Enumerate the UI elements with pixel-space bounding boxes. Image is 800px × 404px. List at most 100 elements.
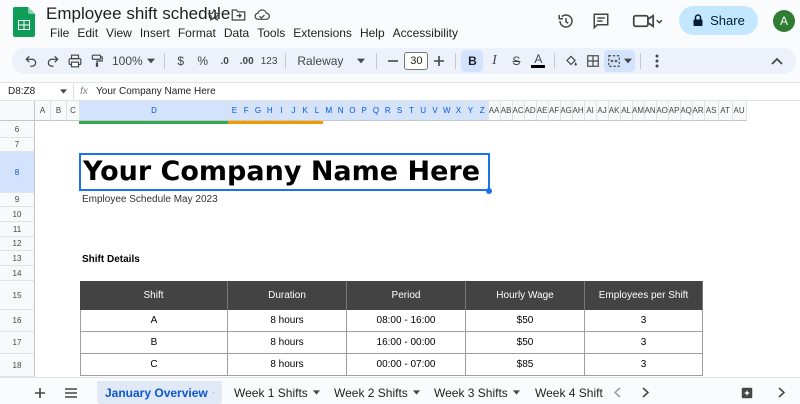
row-header-14[interactable]: 14: [0, 266, 35, 281]
bold-button[interactable]: B: [461, 50, 484, 72]
table-cell-period[interactable]: 00:00 - 07:00: [347, 354, 466, 376]
column-header-aq[interactable]: AQ: [680, 101, 693, 121]
name-box[interactable]: D8:Z8: [0, 83, 74, 100]
menu-edit[interactable]: Edit: [73, 24, 102, 42]
column-header-a[interactable]: A: [35, 101, 51, 121]
column-header-af[interactable]: AF: [548, 101, 561, 121]
column-header-m[interactable]: M: [323, 101, 336, 121]
table-cell-period[interactable]: 16:00 - 00:00: [347, 332, 466, 354]
number-format-button[interactable]: 123: [258, 50, 281, 72]
column-header-ai[interactable]: AI: [584, 101, 597, 121]
column-header-t[interactable]: T: [406, 101, 418, 121]
table-cell-duration[interactable]: 8 hours: [228, 310, 347, 332]
row-header-18[interactable]: 18: [0, 354, 35, 377]
column-header-ao[interactable]: AO: [656, 101, 669, 121]
menu-accessibility[interactable]: Accessibility: [389, 24, 462, 42]
table-cell-shift[interactable]: A: [80, 310, 228, 332]
company-name-cell[interactable]: Your Company Name Here: [79, 153, 490, 191]
table-cell-hourly-wage[interactable]: $50: [466, 310, 585, 332]
column-header-e[interactable]: E: [229, 101, 241, 121]
formula-input[interactable]: Your Company Name Here: [94, 86, 216, 97]
tab-week-2-shifts[interactable]: Week 2 Shifts: [326, 381, 428, 404]
column-header-y[interactable]: Y: [465, 101, 477, 121]
meet-icon[interactable]: [630, 10, 664, 32]
column-header-u[interactable]: U: [417, 101, 430, 121]
tab-week-4-shifts[interactable]: Week 4 Shift: [527, 381, 604, 404]
table-cell-duration[interactable]: 8 hours: [228, 332, 347, 354]
select-all-corner[interactable]: [0, 101, 35, 121]
column-header-d[interactable]: D: [80, 101, 229, 121]
column-header-ad[interactable]: AD: [525, 101, 537, 121]
row-header-6[interactable]: 6: [0, 121, 35, 138]
sheets-logo-icon[interactable]: [13, 7, 35, 37]
column-header-ae[interactable]: AE: [536, 101, 549, 121]
menu-help[interactable]: Help: [356, 24, 389, 42]
document-title[interactable]: Employee shift schedule: [46, 4, 230, 24]
column-header-v[interactable]: V: [429, 101, 442, 121]
menu-data[interactable]: Data: [220, 24, 253, 42]
column-header-al[interactable]: AL: [620, 101, 633, 121]
scroll-tabs-right-icon[interactable]: [636, 381, 655, 404]
column-header-w[interactable]: W: [441, 101, 454, 121]
borders-icon[interactable]: [582, 50, 604, 72]
column-header-ah[interactable]: AH: [573, 101, 585, 121]
column-header-ar[interactable]: AR: [693, 101, 705, 121]
row-header-15[interactable]: 15: [0, 281, 35, 310]
column-header-z[interactable]: Z: [476, 101, 489, 121]
row-header-12[interactable]: 12: [0, 237, 35, 251]
explore-icon[interactable]: [734, 381, 760, 404]
strikethrough-button[interactable]: S: [505, 50, 527, 72]
column-header-p[interactable]: P: [358, 101, 371, 121]
table-cell-shift[interactable]: C: [80, 354, 228, 376]
italic-button[interactable]: I: [483, 50, 505, 72]
column-header-aa[interactable]: AA: [488, 101, 501, 121]
menu-format[interactable]: Format: [174, 24, 220, 42]
redo-icon[interactable]: [42, 50, 64, 72]
print-icon[interactable]: [64, 50, 86, 72]
column-header-x[interactable]: X: [453, 101, 465, 121]
column-header-at[interactable]: AT: [718, 101, 733, 121]
column-header-k[interactable]: K: [299, 101, 312, 121]
row-header-8[interactable]: 8: [0, 152, 35, 193]
version-history-icon[interactable]: [555, 10, 577, 32]
column-header-o[interactable]: O: [347, 101, 359, 121]
row-header-10[interactable]: 10: [0, 207, 35, 222]
column-header-h[interactable]: H: [264, 101, 277, 121]
paint-format-icon[interactable]: [86, 50, 108, 72]
tab-january-overview[interactable]: January Overview: [97, 381, 222, 404]
menu-view[interactable]: View: [102, 24, 136, 42]
comments-icon[interactable]: [590, 10, 612, 32]
column-header-aj[interactable]: AJ: [596, 101, 609, 121]
cloud-status-icon[interactable]: [253, 6, 271, 24]
spreadsheet-grid[interactable]: A B C D E F G H I J K L M N O P Q R S T U V W X Y Z AA AB AC AD AE AF AG…: [0, 101, 800, 377]
table-cell-hourly-wage[interactable]: $50: [466, 332, 585, 354]
row-header-13[interactable]: 13: [0, 251, 35, 266]
add-sheet-icon[interactable]: [34, 381, 46, 404]
column-header-ap[interactable]: AP: [668, 101, 681, 121]
column-header-f[interactable]: F: [240, 101, 253, 121]
more-options-icon[interactable]: [646, 50, 668, 72]
star-icon[interactable]: [205, 6, 223, 24]
scroll-tabs-left-icon[interactable]: [608, 381, 627, 404]
font-select[interactable]: Raleway: [291, 50, 371, 72]
table-cell-period[interactable]: 08:00 - 16:00: [347, 310, 466, 332]
table-cell-employees[interactable]: 3: [585, 310, 703, 332]
row-header-7[interactable]: 7: [0, 138, 35, 152]
row-header-16[interactable]: 16: [0, 310, 35, 332]
column-header-c[interactable]: C: [67, 101, 80, 121]
column-header-ab[interactable]: AB: [500, 101, 513, 121]
fill-color-icon[interactable]: [560, 50, 582, 72]
table-cell-shift[interactable]: B: [80, 332, 228, 354]
decrease-decimal-button[interactable]: .0: [214, 50, 236, 72]
column-header-ak[interactable]: AK: [608, 101, 621, 121]
column-header-ac[interactable]: AC: [513, 101, 525, 121]
move-folder-icon[interactable]: [229, 6, 247, 24]
table-cell-employees[interactable]: 3: [585, 332, 703, 354]
increase-decimal-button[interactable]: .00: [236, 50, 258, 72]
tab-week-3-shifts[interactable]: Week 3 Shifts: [426, 381, 528, 404]
menu-extensions[interactable]: Extensions: [289, 24, 356, 42]
all-sheets-icon[interactable]: [64, 381, 78, 404]
column-header-b[interactable]: B: [51, 101, 67, 121]
column-header-r[interactable]: R: [382, 101, 395, 121]
increase-font-size-icon[interactable]: [428, 50, 450, 72]
